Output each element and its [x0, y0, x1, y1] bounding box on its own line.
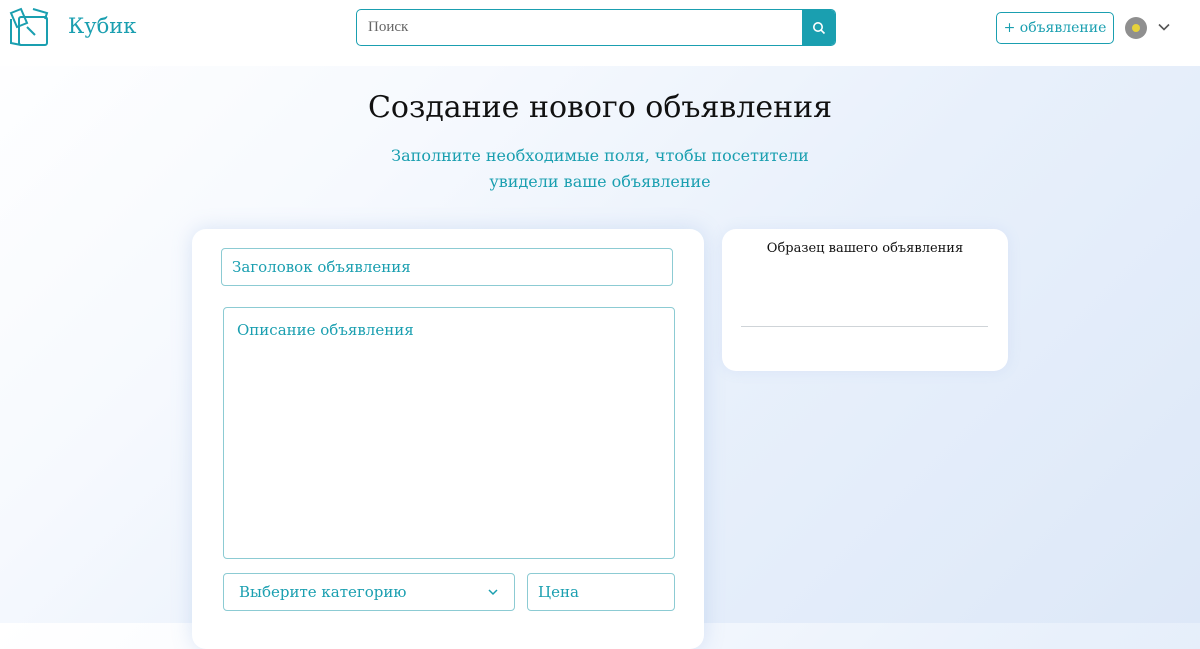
search-button[interactable]	[802, 10, 835, 45]
avatar[interactable]	[1125, 17, 1147, 39]
chevron-down-icon[interactable]	[1157, 20, 1171, 34]
search-input[interactable]	[357, 10, 803, 45]
search-icon	[812, 21, 825, 34]
preview-title: Образец вашего объявления	[766, 241, 964, 256]
logo-text[interactable]: Кубик	[68, 14, 136, 38]
top-bar: Кубик + объявление	[0, 0, 1200, 66]
logo-icon[interactable]	[7, 5, 53, 51]
listing-title-input[interactable]: Заголовок объявления	[221, 248, 673, 286]
page-subtitle: Заполните необходимые поля, чтобы посети…	[390, 143, 810, 195]
subtitle-line: Заполните необходимые поля, чтобы посети…	[391, 146, 809, 165]
chevron-down-icon	[488, 589, 498, 596]
category-select-label: Выберите категорию	[239, 583, 407, 601]
listing-description-input[interactable]: Описание объявления	[223, 307, 675, 559]
listing-preview-card: Образец вашего объявления	[722, 229, 1008, 371]
avatar-image	[1132, 24, 1140, 32]
price-input[interactable]: Цена	[527, 573, 675, 611]
add-listing-button[interactable]: + объявление	[996, 12, 1114, 44]
subtitle-line: увидели ваше объявление	[489, 172, 711, 191]
search-bar	[356, 9, 836, 46]
page-title: Создание нового объявления	[367, 90, 833, 125]
preview-divider	[741, 326, 988, 327]
category-select[interactable]: Выберите категорию	[223, 573, 515, 611]
